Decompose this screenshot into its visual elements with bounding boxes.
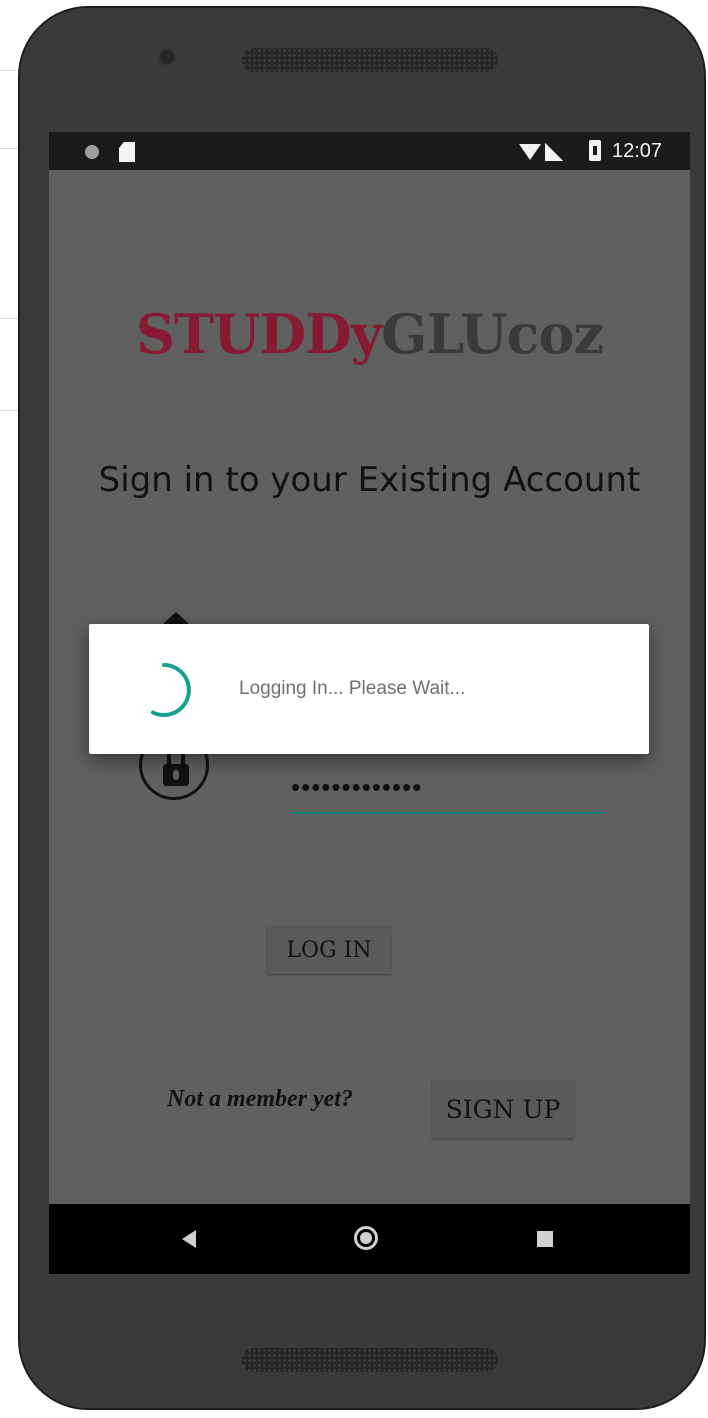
bottom-speaker — [242, 1348, 498, 1372]
member-prompt: Not a member yet? — [167, 1086, 353, 1112]
notification-dot-icon — [85, 145, 99, 159]
front-camera — [158, 48, 176, 66]
logo-part2: GLUcoz — [381, 302, 604, 366]
dialog-message: Logging In... Please Wait... — [239, 678, 466, 699]
status-bar: 12:07 — [49, 132, 690, 170]
app-screen: 12:07 STUDDyGLUcoz Sign in to your Exist… — [49, 132, 690, 1274]
app-logo: STUDDyGLUcoz — [49, 302, 690, 366]
password-field[interactable]: ••••••••••••• — [291, 772, 604, 816]
password-value[interactable]: ••••••••••••• — [291, 772, 422, 802]
phone-frame: 12:07 STUDDyGLUcoz Sign in to your Exist… — [18, 6, 706, 1410]
home-icon[interactable] — [354, 1226, 378, 1250]
page-subtitle: Sign in to your Existing Account — [98, 460, 641, 500]
password-underline — [291, 812, 604, 814]
logo-part1: STUDDy — [135, 302, 382, 366]
back-icon[interactable] — [182, 1230, 196, 1248]
top-speaker — [242, 48, 498, 72]
sd-card-icon — [119, 142, 135, 162]
wifi-icon — [519, 144, 541, 160]
battery-icon — [589, 140, 601, 161]
recents-icon[interactable] — [537, 1231, 553, 1247]
signup-button[interactable]: SIGN UP — [432, 1080, 574, 1138]
progress-dialog: Logging In... Please Wait... — [89, 624, 649, 754]
login-button[interactable]: LOG IN — [267, 926, 391, 974]
lock-keyhole — [173, 770, 179, 780]
status-clock: 12:07 — [612, 140, 663, 162]
cell-signal-icon — [545, 143, 563, 161]
navigation-bar — [49, 1204, 690, 1274]
loading-spinner-icon — [151, 663, 191, 717]
